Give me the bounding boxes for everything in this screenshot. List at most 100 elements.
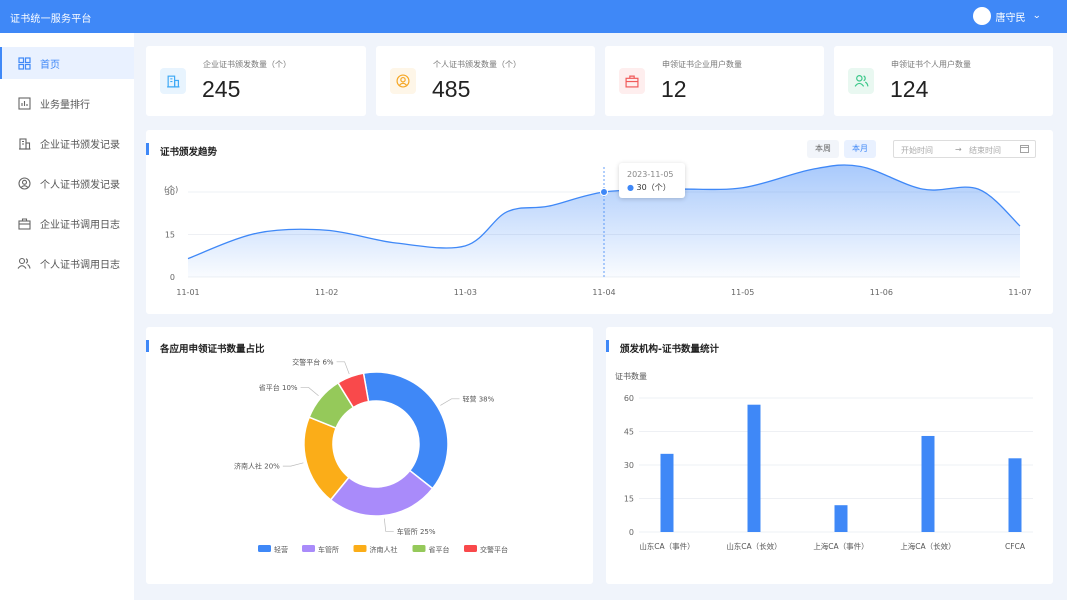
stat-card-personal-issued: 个人证书颁发数量（个） 485 [376,46,595,116]
pie-label-line [440,398,460,406]
bar [660,453,674,532]
x-tick-label: 上海CA（事件） [813,541,868,551]
legend-swatch [464,545,477,552]
tooltip-dot: ● [627,183,637,192]
tooltip-date: 2023-11-05 [627,170,674,179]
y-tick-label: 30 [624,461,634,470]
legend-swatch [412,545,426,552]
pie-label-line [336,361,350,375]
y-tick-label: 0 [629,528,634,537]
y-tick-label: 15 [165,231,175,240]
bar [747,404,761,532]
x-tick-label: 11-07 [1008,288,1031,297]
y-tick-label: 15 [624,495,634,504]
pie-label-line [282,462,304,467]
stat-value: 245 [202,76,241,102]
sidebar-item-label: 企业证书颁发记录 [40,139,120,151]
y-tick-label: 0 [170,273,175,282]
stat-label: 申领证书个人用户数量 [891,60,971,69]
stat-value: 12 [661,76,687,102]
pie-slice [362,371,449,490]
sidebar-item-label: 个人证书调用日志 [40,259,120,271]
x-tick-label: 11-03 [454,288,477,297]
users-icon [848,68,874,94]
stat-card-personal-users: 申领证书个人用户数量 124 [834,46,1053,116]
bar [921,435,935,532]
stat-label: 企业证书颁发数量（个） [203,60,291,69]
user-name[interactable]: 唐守民 [995,9,1025,24]
legend-label: 轻营 [274,545,288,554]
legend-label: 济南人社 [370,545,398,554]
pie-slice-label: 济南人社 20% [234,462,280,471]
y-axis-label: 证书数量 [615,371,647,381]
sidebar-item-enterprise-issue[interactable]: 企业证书颁发记录 [0,127,134,159]
building-icon [160,68,186,94]
x-tick-label: CFCA [1005,542,1026,551]
users-icon [17,256,31,270]
sidebar: 首页 业务量排行 企业证书颁发记录 个人证书颁发记录 企业证书调用日志 个人证书… [0,33,134,600]
tooltip-value: ● 30（个） [627,182,671,193]
y-tick-label: 60 [624,394,634,403]
pie-slice-label: 交警平台 6% [292,357,334,366]
legend-label: 车管所 [318,545,339,554]
grid-icon [17,56,31,70]
stat-card-enterprise-users: 申领证书企业用户数量 12 [605,46,824,116]
sidebar-item-label: 企业证书调用日志 [40,219,120,231]
trend-card: 证书颁发趋势 本周 本月 开始时间 → 结束时间 (个) 0 15 30 11-01 11… [145,130,1053,314]
building-icon [17,136,31,150]
top-bar: 证书统一服务平台 唐守民 ⌄ [0,0,1067,33]
pie-slice-label: 车管所 25% [397,527,436,536]
bar [834,505,848,532]
x-tick-label: 11-06 [870,288,893,297]
user-circle-icon [17,176,31,190]
pie-slice-label: 轻营 38% [463,394,495,403]
legend-swatch [258,545,271,552]
pie-label-line [383,518,394,532]
sidebar-item-personal-issue[interactable]: 个人证书颁发记录 [0,167,134,199]
stat-label: 申领证书企业用户数量 [662,60,742,69]
stat-value: 485 [432,76,471,102]
x-tick-label: 11-04 [592,288,615,297]
y-tick-label: 30 [165,188,175,197]
sidebar-item-enterprise-log[interactable]: 企业证书调用日志 [0,207,134,239]
briefcase-icon [619,68,645,94]
x-tick-label: 11-01 [176,288,199,297]
legend-label: 省平台 [429,545,450,554]
x-tick-label: 山东CA（长效） [726,541,781,551]
pie-chart: 轻营 38% 车管所 25% 济南人社 20% 省平台 10% 交警平台 6% 轻营 车管所… [234,357,508,554]
bar [1008,458,1022,532]
tooltip-value-text: 30（个） [636,183,671,192]
stat-card-enterprise-issued: 企业证书颁发数量（个） 245 [146,46,366,116]
highlight-point [600,188,608,196]
x-tick-label: 11-05 [731,288,754,297]
sidebar-item-label: 个人证书颁发记录 [40,179,120,191]
sidebar-item-ranking[interactable]: 业务量排行 [0,87,134,119]
legend-swatch [302,545,315,552]
pie-card: 各应用申领证书数量占比 轻营 38% 车管所 25% 济南人社 20% 省平台 10%… [146,327,593,584]
pie-label-line [300,387,319,397]
y-tick-label: 45 [624,428,634,437]
app-title: 证书统一服务平台 [10,14,92,25]
x-tick-label: 11-02 [315,288,338,297]
x-tick-label: 上海CA（长效） [900,541,955,551]
sidebar-item-personal-log[interactable]: 个人证书调用日志 [0,247,134,279]
sidebar-item-label: 业务量排行 [40,99,90,111]
bar-chart-icon [17,96,31,110]
stat-value: 124 [890,76,929,102]
legend-swatch [353,545,367,552]
chevron-down-icon[interactable]: ⌄ [1033,11,1042,21]
bar-chart: 证书数量 0 15 30 45 60 山东CA（事件） 山东CA（长效） 上海CA（事件） 上海C… [615,371,1033,551]
pie-slice-label: 省平台 10% [259,383,298,392]
trend-chart: (个)0153011-01 11-02 11-03 11-04 11-05 11-06 11… [164,164,1032,297]
x-tick-label: 山东CA（事件） [639,541,694,551]
briefcase-icon [17,216,31,230]
legend-label: 交警平台 [480,545,508,554]
stat-label: 个人证书颁发数量（个） [433,60,521,69]
avatar[interactable] [973,7,992,25]
sidebar-item-home[interactable]: 首页 [0,47,134,79]
chart-tooltip: 2023-11-05 ● 30（个） [619,163,685,198]
bar-card: 颁发机构-证书数量统计 证书数量 0 15 30 45 60 山东CA（事件） 山东CA（长效… [606,327,1053,584]
sidebar-item-label: 首页 [40,59,60,71]
user-circle-icon [390,68,416,94]
user-menu[interactable]: 唐守民 ⌄ [973,7,1042,25]
